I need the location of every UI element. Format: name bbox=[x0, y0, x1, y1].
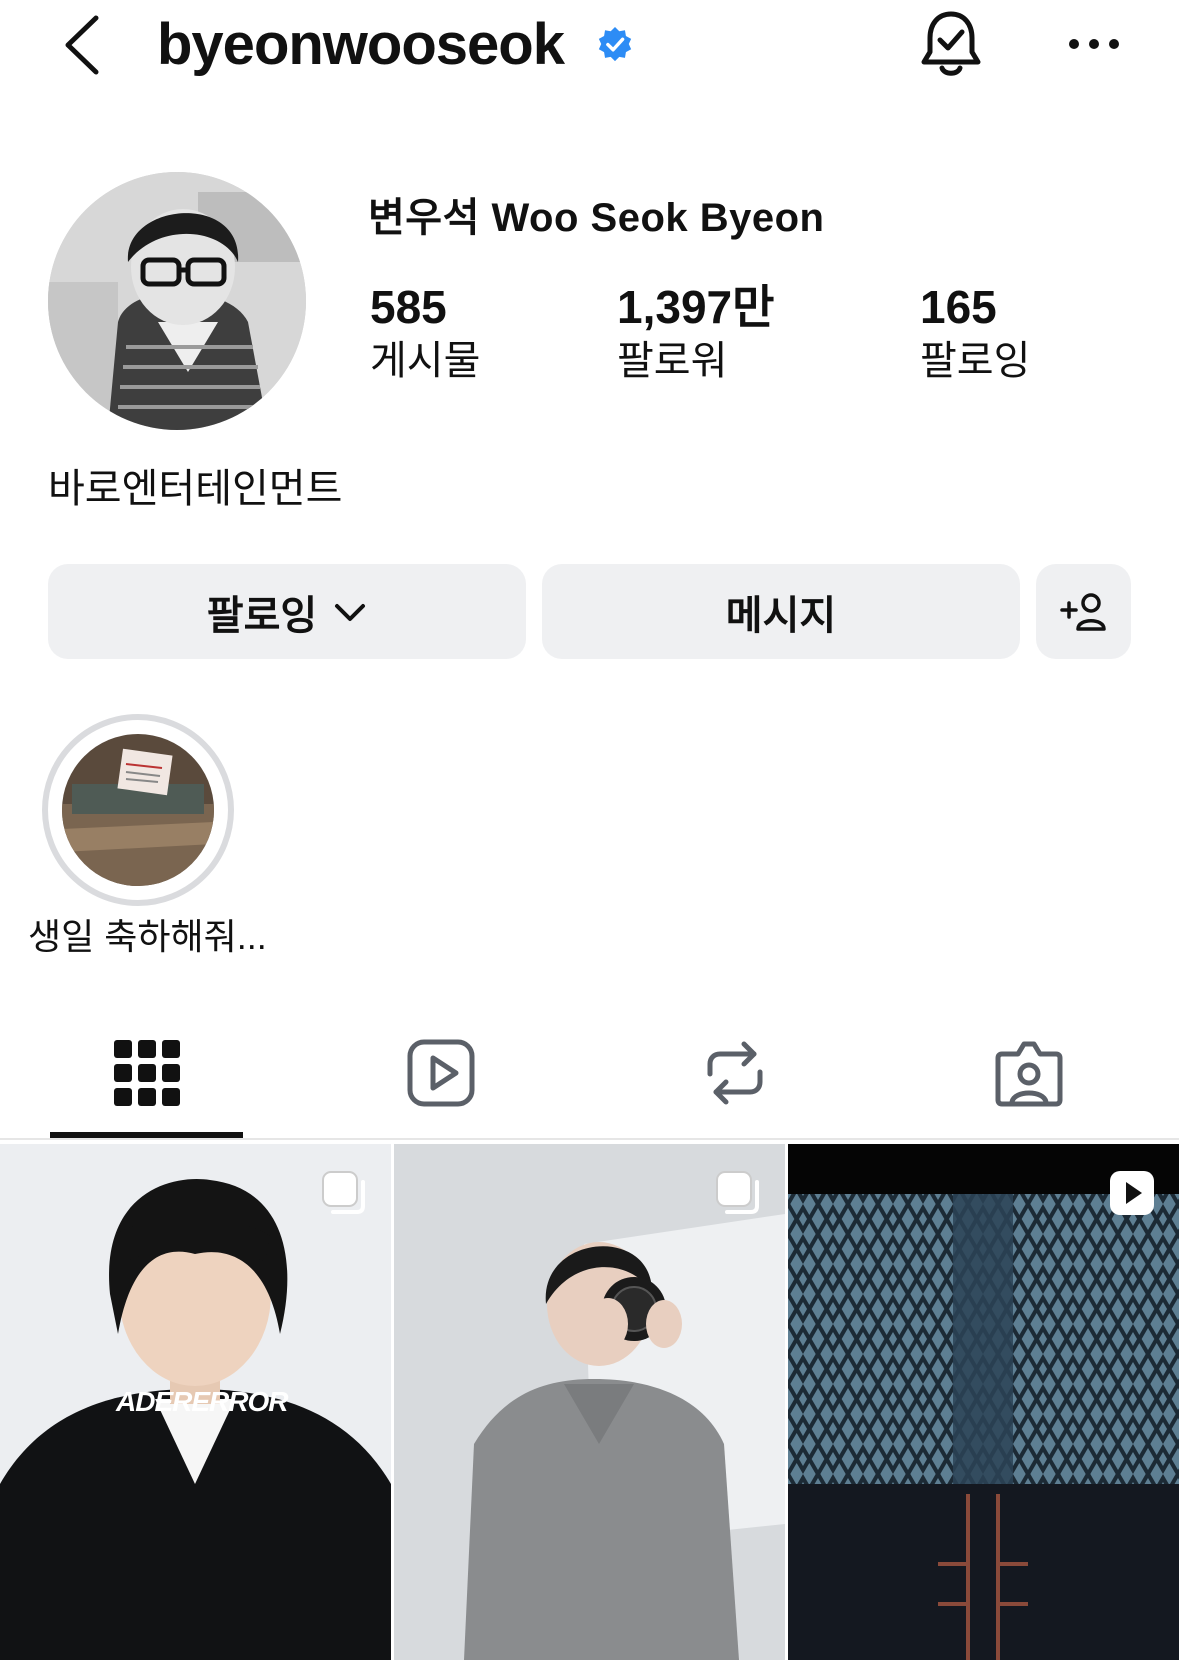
stat-followers-count: 1,397만 bbox=[617, 281, 775, 333]
stat-following-count: 165 bbox=[920, 281, 997, 333]
stat-posts-count: 585 bbox=[370, 281, 447, 333]
profile-bio: 바로엔터테인먼트 bbox=[48, 467, 343, 511]
reel-play-icon bbox=[1110, 1171, 1154, 1215]
avatar-photo bbox=[48, 172, 306, 430]
post-brand-logo: ADERERROR bbox=[116, 1386, 288, 1417]
message-button[interactable]: 메시지 bbox=[542, 564, 1020, 659]
post-thumbnail[interactable] bbox=[788, 1144, 1179, 1660]
more-dots-icon[interactable] bbox=[1068, 34, 1120, 54]
stat-posts[interactable]: 585 게시물 bbox=[370, 280, 480, 386]
story-highlight-thumbnail[interactable] bbox=[62, 734, 214, 886]
profile-display-name: 변우석 Woo Seok Byeon bbox=[368, 196, 825, 240]
following-button-label: 팔로잉 bbox=[206, 593, 318, 638]
carousel-icon bbox=[322, 1171, 365, 1214]
message-button-label: 메시지 bbox=[725, 593, 837, 638]
stat-following-label: 팔로잉 bbox=[920, 339, 1031, 383]
following-button[interactable]: 팔로잉 bbox=[48, 564, 526, 659]
profile-avatar[interactable] bbox=[48, 172, 306, 430]
story-highlight-label: 생일 축하해줘... bbox=[28, 916, 267, 957]
chevron-down-icon bbox=[335, 603, 366, 621]
stat-following[interactable]: 165 팔로잉 bbox=[920, 280, 1030, 386]
tagged-icon[interactable] bbox=[992, 1036, 1066, 1110]
reels-icon[interactable] bbox=[404, 1036, 478, 1110]
add-person-button[interactable] bbox=[1036, 564, 1131, 659]
add-person-icon bbox=[1059, 592, 1106, 631]
stat-followers[interactable]: 1,397만 팔로워 bbox=[617, 280, 774, 386]
post-thumbnail[interactable] bbox=[394, 1144, 785, 1660]
bell-check-icon[interactable] bbox=[918, 8, 984, 80]
post-video-frame bbox=[788, 1144, 1179, 1660]
back-arrow-icon[interactable] bbox=[58, 14, 110, 76]
carousel-icon bbox=[716, 1171, 759, 1214]
grid-icon[interactable] bbox=[110, 1036, 184, 1110]
post-photo bbox=[394, 1144, 785, 1660]
repost-icon[interactable] bbox=[698, 1036, 772, 1110]
profile-username: byeonwooseok bbox=[157, 12, 565, 77]
stat-posts-label: 게시물 bbox=[370, 339, 481, 383]
verified-badge-icon bbox=[598, 26, 632, 62]
highlight-photo bbox=[62, 734, 214, 886]
tab-divider bbox=[0, 1138, 1179, 1140]
stat-followers-label: 팔로워 bbox=[617, 339, 728, 383]
